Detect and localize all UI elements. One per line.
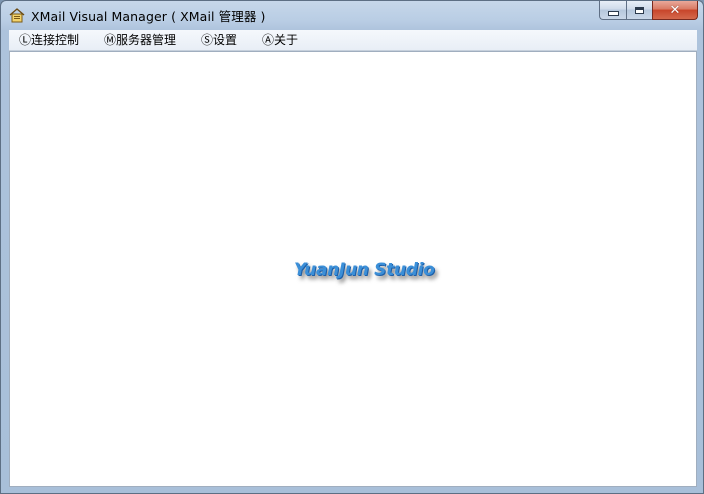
maximize-icon [635, 6, 644, 14]
client-area: YuanJun Studio [9, 51, 697, 487]
menu-about[interactable]: Ⓐ关于 [258, 30, 302, 50]
window-title: XMail Visual Manager ( XMail 管理器 ) [31, 9, 266, 24]
title-bar[interactable]: XMail Visual Manager ( XMail 管理器 ) ✕ [1, 1, 703, 30]
menu-connection-control[interactable]: Ⓛ连接控制 [15, 30, 83, 50]
close-button[interactable]: ✕ [652, 1, 698, 20]
menu-bar: Ⓛ连接控制 Ⓜ服务器管理 Ⓢ设置 Ⓐ关于 [9, 30, 697, 51]
close-icon: ✕ [669, 2, 681, 18]
app-window: XMail Visual Manager ( XMail 管理器 ) ✕ Ⓛ连接… [0, 0, 704, 494]
studio-logo: YuanJun Studio [294, 260, 435, 280]
home-folder-icon [9, 8, 25, 23]
minimize-button[interactable] [599, 1, 626, 20]
minimize-icon [607, 10, 619, 16]
caption-buttons: ✕ [599, 1, 698, 21]
menu-server-management[interactable]: Ⓜ服务器管理 [100, 30, 180, 50]
menu-settings[interactable]: Ⓢ设置 [197, 30, 241, 50]
maximize-button[interactable] [626, 1, 652, 20]
